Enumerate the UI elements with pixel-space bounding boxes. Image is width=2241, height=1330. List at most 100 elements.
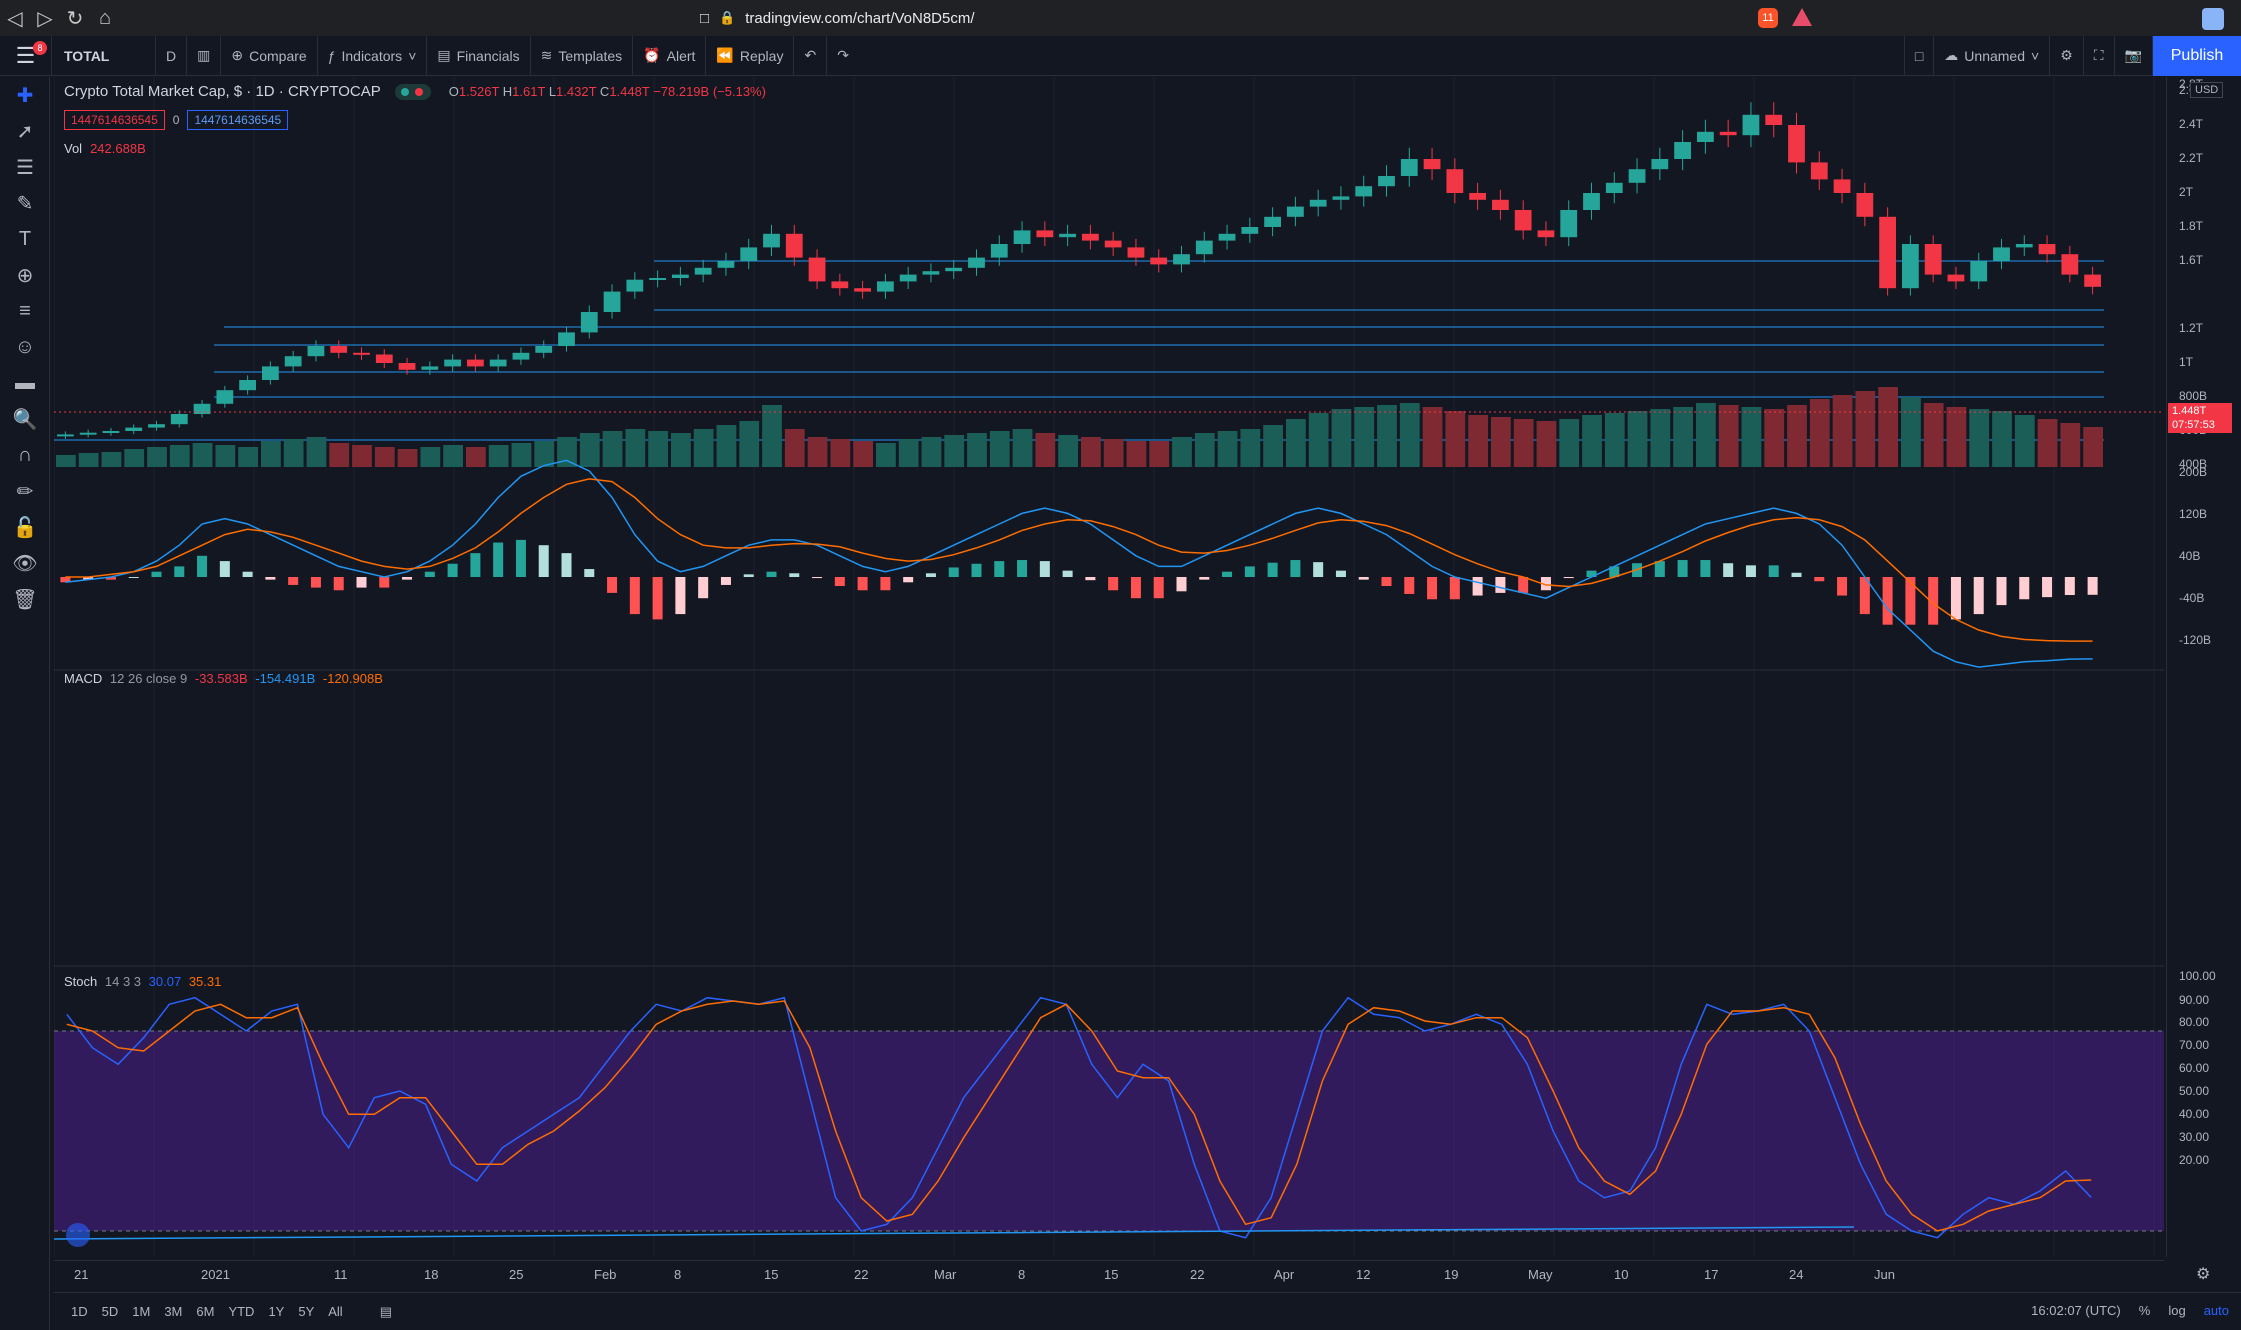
sell-box[interactable]: 1447614636545 [64, 110, 165, 130]
volume-bar [2083, 427, 2103, 467]
prediction-icon[interactable]: ≡ [0, 293, 50, 329]
volume-bar [215, 445, 236, 467]
brave-rewards-icon[interactable] [1792, 8, 1812, 26]
ruler-icon[interactable]: ▬ [0, 365, 50, 401]
volume-bar [693, 429, 714, 467]
range-button-6m[interactable]: 6M [189, 1304, 221, 1319]
percent-toggle[interactable]: % [2139, 1303, 2151, 1318]
redo-icon[interactable]: ↷ [827, 36, 859, 76]
reload-icon[interactable]: ↻ [60, 3, 90, 33]
time-tick: 17 [1704, 1267, 1719, 1282]
publish-button[interactable]: Publish [2153, 36, 2241, 76]
auto-toggle[interactable]: auto [2204, 1303, 2229, 1318]
range-button-all[interactable]: All [321, 1304, 349, 1319]
pattern-icon[interactable]: ⊕ [0, 257, 50, 293]
candle-body [330, 346, 348, 353]
home-icon[interactable]: ⌂ [90, 3, 120, 33]
trash-icon[interactable]: 🗑 [0, 581, 50, 617]
layout-select-icon[interactable]: □ [1903, 35, 1935, 76]
currency-label[interactable]: USD [2190, 82, 2224, 98]
time-tick: Apr [1274, 1267, 1295, 1282]
magnet-icon[interactable]: ∩ [0, 437, 50, 473]
replay-button[interactable]: ⏪ Replay [706, 35, 795, 76]
candle-body [1719, 131, 1737, 136]
hide-drawings-icon[interactable]: 👁 [0, 545, 50, 581]
volume-bar [2060, 423, 2081, 467]
bookmark-icon[interactable]: □ [700, 10, 709, 27]
camera-icon[interactable]: 📷 [2115, 35, 2153, 76]
volume-bar [534, 441, 555, 467]
range-button-1y[interactable]: 1Y [261, 1304, 291, 1319]
buy-box[interactable]: 1447614636545 [187, 110, 289, 130]
indicators-button[interactable]: ƒ Indicators ˅ [318, 35, 428, 76]
address-bar[interactable]: □ 🔒 tradingview.com/chart/VoN8D5cm/ [700, 5, 1820, 31]
log-toggle[interactable]: log [2168, 1303, 2185, 1318]
brave-shield-icon[interactable]: 11 [1758, 8, 1778, 28]
range-button-3m[interactable]: 3M [157, 1304, 189, 1319]
emoji-icon[interactable]: ☺ [0, 329, 50, 365]
alert-button[interactable]: ⏰ Alert [633, 35, 707, 76]
stay-drawing-icon[interactable]: ✏ [0, 473, 50, 509]
range-button-5d[interactable]: 5D [95, 1304, 126, 1319]
volume-bar [1741, 407, 1762, 467]
date-range-icon[interactable]: ▤ [380, 1304, 392, 1320]
crosshair-icon[interactable]: ✚ [0, 77, 50, 113]
volume-bar [716, 425, 737, 467]
undo-icon[interactable]: ↶ [794, 35, 828, 76]
candle-body [239, 380, 256, 391]
fib-icon[interactable]: ☰ [0, 149, 50, 185]
range-button-1d[interactable]: 1D [64, 1304, 95, 1319]
macd-hist-bar [174, 566, 185, 577]
candle-body [580, 312, 598, 333]
menu-icon[interactable]: ☰ 8 [0, 35, 52, 76]
price-tick: 2T [2179, 185, 2194, 199]
macd-label[interactable]: MACD [64, 671, 102, 686]
candle-body [1674, 142, 1691, 159]
text-icon[interactable]: T [0, 221, 50, 257]
symbol-search[interactable]: TOTAL [52, 35, 156, 76]
interval-button[interactable]: D [156, 35, 188, 76]
range-button-5y[interactable]: 5Y [291, 1304, 321, 1319]
fullscreen-icon[interactable]: ⛶ [2084, 35, 2115, 76]
candle-body [1537, 230, 1555, 238]
stoch-label[interactable]: Stoch [64, 974, 97, 989]
low-value: 1.432T [556, 84, 597, 99]
zoom-icon[interactable]: 🔍 [0, 401, 50, 437]
chart-canvas[interactable] [54, 77, 2164, 1257]
clock-text[interactable]: 16:02:07 (UTC) [2031, 1303, 2121, 1318]
candle-body [1583, 193, 1600, 210]
templates-button[interactable]: ≋ Templates [531, 35, 634, 76]
volume-bar [944, 435, 965, 467]
time-axis[interactable]: 21 2021 11 18 25 Feb 8 15 22 Mar 8 15 22 Apr 12 19 May 10… [54, 1260, 2164, 1290]
forward-icon[interactable]: ▷ [30, 3, 60, 33]
lock-drawings-icon[interactable]: 🔓 [0, 509, 50, 545]
macd-hist-bar [880, 577, 891, 591]
layout-name-button[interactable]: ☁ Unnamed ˅ [1934, 35, 2051, 76]
extension-icon[interactable] [2202, 8, 2224, 30]
browser-bar: ◁ ▷ ↻ ⌂ □ 🔒 tradingview.com/chart/VoN8D5… [0, 0, 2241, 36]
range-button-1m[interactable]: 1M [125, 1304, 157, 1319]
volume-bar [1969, 409, 1990, 467]
macd-legend: MACD 12 26 close 9 -33.583B -154.491B -1… [64, 671, 383, 686]
candle-body [2015, 244, 2033, 248]
tv-logo-icon[interactable] [66, 1223, 90, 1247]
price-axis[interactable]: 2.8T2.6T2.4T2.2T2T1.8T1.6T1.2T1T800B600B… [2166, 77, 2241, 1257]
range-button-ytd[interactable]: YTD [221, 1304, 261, 1319]
macd-hist-bar [219, 561, 230, 577]
settings-gear-icon[interactable]: ⚙ [2050, 35, 2084, 76]
legend-title[interactable]: Crypto Total Market Cap, $ · 1D · CRYPTO… [64, 83, 381, 100]
rewind-icon: ⏪ [716, 47, 734, 63]
macd-hist-bar [356, 577, 367, 588]
volume-bar [238, 447, 258, 467]
axis-settings-icon[interactable]: ⚙ [2196, 1264, 2210, 1284]
stoch-tick: 20.00 [2179, 1153, 2210, 1167]
candle-body [1810, 162, 1828, 180]
compare-button[interactable]: ⊕ Compare [221, 35, 318, 76]
back-icon[interactable]: ◁ [0, 3, 30, 33]
trend-line-icon[interactable]: ➚ [0, 113, 50, 149]
chart-type-icon[interactable]: ▥ [187, 35, 222, 76]
brush-icon[interactable]: ✎ [0, 185, 50, 221]
macd-line-value: -154.491B [255, 671, 316, 686]
menu-badge: 8 [33, 40, 47, 55]
financials-button[interactable]: ▤ Financials [427, 35, 531, 76]
